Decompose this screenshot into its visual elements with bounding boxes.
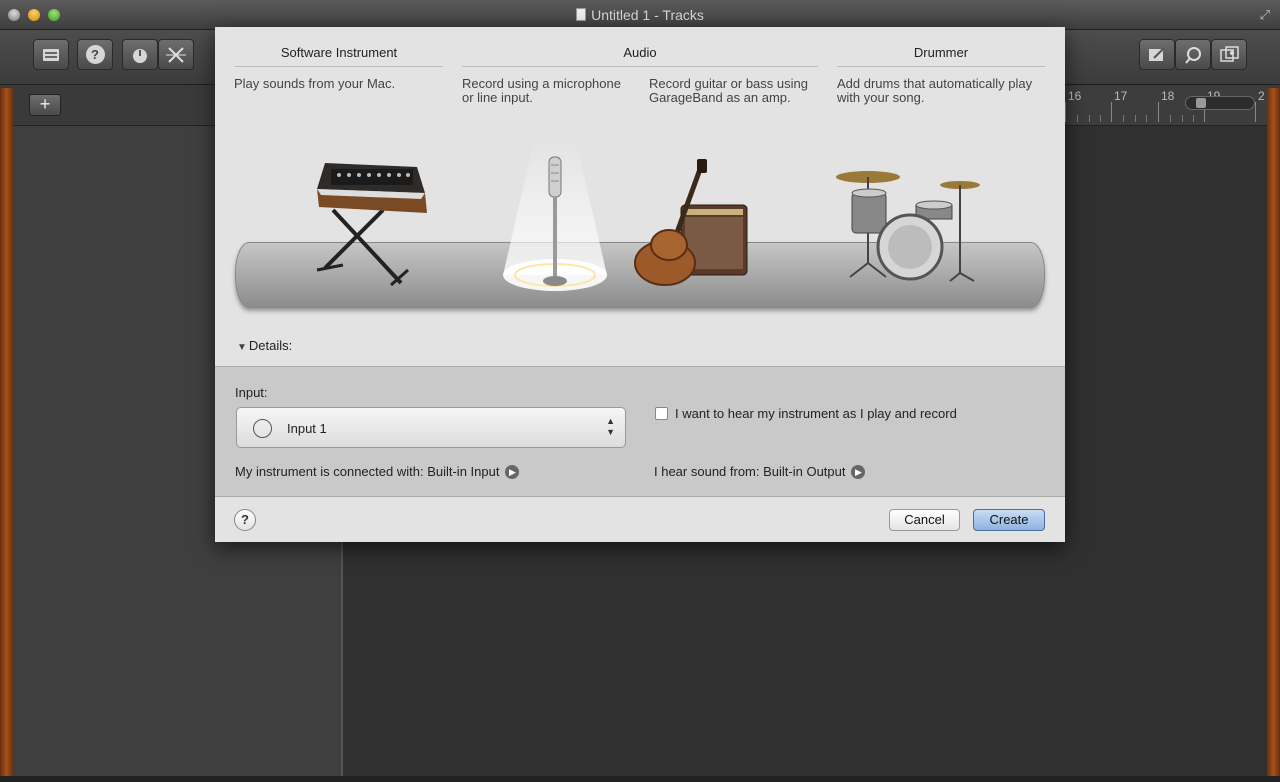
go-arrow-icon[interactable]: ▶ [505,464,520,479]
disclosure-triangle-icon: ▼ [237,342,247,353]
notepad-button[interactable] [1139,39,1175,70]
fullscreen-icon[interactable]: ⤢ [1260,7,1270,23]
ruler-tick [1065,102,1066,122]
ruler-tick [1255,102,1256,122]
output-connection-link[interactable]: I hear sound from: Built-in Output ▶ [654,464,866,479]
timeline-ruler[interactable]: 16 17 18 19 2 [1065,86,1267,126]
add-track-button[interactable]: + [29,94,61,116]
details-disclosure[interactable]: ▼ Details: [237,338,292,353]
quick-help-button[interactable]: ? [77,39,113,70]
audio-heading: Audio [462,45,818,67]
drummer-option[interactable] [830,163,990,285]
window-title: Untitled 1 - Tracks [0,7,1280,23]
ruler-tick [1100,115,1101,122]
zoom-slider-knob[interactable] [1196,98,1206,108]
go-arrow-icon[interactable]: ▶ [851,464,866,479]
microphone-icon [543,156,567,286]
details-label: Details: [248,338,293,353]
ruler-tick [1111,102,1112,122]
ruler-bar-label: 2 [1258,89,1265,103]
input-select-value: Input 1 [287,421,327,436]
notepad-icon [1149,46,1165,61]
monitor-checkbox[interactable] [655,407,668,420]
loop-browser-icon [1185,46,1201,64]
ruler-tick [1135,115,1136,122]
input-connection-link[interactable]: My instrument is connected with: Built-i… [235,464,520,479]
document-icon [576,8,587,21]
ruler-tick [1146,115,1147,122]
drummer-description: Add drums that automatically play with y… [837,76,1033,105]
library-icon [43,48,59,61]
input-label: Input: [235,385,268,400]
software-instrument-description: Play sounds from your Mac. [234,76,396,91]
audio-mic-description: Record using a microphone or line input. [462,76,621,105]
media-browser-button[interactable] [1211,39,1247,70]
updown-arrows-icon: ▲ ▼ [606,416,615,437]
ruler-tick [1123,115,1124,122]
loop-browser-button[interactable] [1175,39,1211,70]
title-bar: Untitled 1 - Tracks ⤢ [0,0,1280,30]
ruler-bar-label: 16 [1068,89,1082,103]
editors-icon [166,46,186,63]
ruler-tick [1182,115,1183,122]
guitar-amp-icon [634,159,748,286]
media-browser-icon [1220,45,1239,62]
ruler-tick [1193,115,1194,122]
mono-input-icon [253,419,272,438]
library-button[interactable] [33,39,69,70]
synth-keyboard-icon [316,163,427,287]
ruler-bar-label: 17 [1114,89,1128,103]
wood-frame-right [1267,88,1280,782]
smart-controls-icon [133,48,147,63]
drum-kit-icon [836,171,980,282]
create-button[interactable]: Create [973,509,1045,531]
software-instrument-option[interactable] [313,155,431,289]
smart-controls-button[interactable] [122,39,158,70]
input-select[interactable]: Input 1 ▲ ▼ [236,407,626,448]
software-instrument-heading: Software Instrument [235,45,443,67]
new-track-dialog: Software Instrument Audio Drummer Play s… [215,27,1065,542]
editors-button[interactable] [158,39,194,70]
help-icon: ? [85,45,105,64]
wood-frame-left [0,88,13,782]
ruler-bar-label: 18 [1161,89,1175,103]
details-panel: Input: Input 1 ▲ ▼ I want to hear my inst… [215,366,1065,497]
drummer-heading: Drummer [837,45,1045,67]
ruler-tick [1077,115,1078,122]
ruler-tick [1170,115,1171,122]
garageband-window: Untitled 1 - Tracks ⤢ ? + 16 17 18 2 Sof… [0,0,1280,782]
ruler-tick [1158,102,1159,122]
audio-guitar-description: Record guitar or bass using GarageBand a… [649,76,808,105]
window-bottom-edge [0,776,1280,782]
monitor-label[interactable]: I want to hear my instrument as I play a… [675,406,957,421]
zoom-slider[interactable] [1185,96,1255,110]
dialog-help-button[interactable]: ? [234,509,256,531]
output-connection-text: I hear sound from: Built-in Output [654,464,846,479]
audio-guitar-option[interactable] [631,159,751,287]
ruler-tick [1089,115,1090,122]
audio-microphone-option[interactable] [535,155,575,290]
cancel-button[interactable]: Cancel [889,509,960,531]
input-connection-text: My instrument is connected with: Built-i… [235,464,500,479]
window-title-text: Untitled 1 - Tracks [591,7,704,23]
